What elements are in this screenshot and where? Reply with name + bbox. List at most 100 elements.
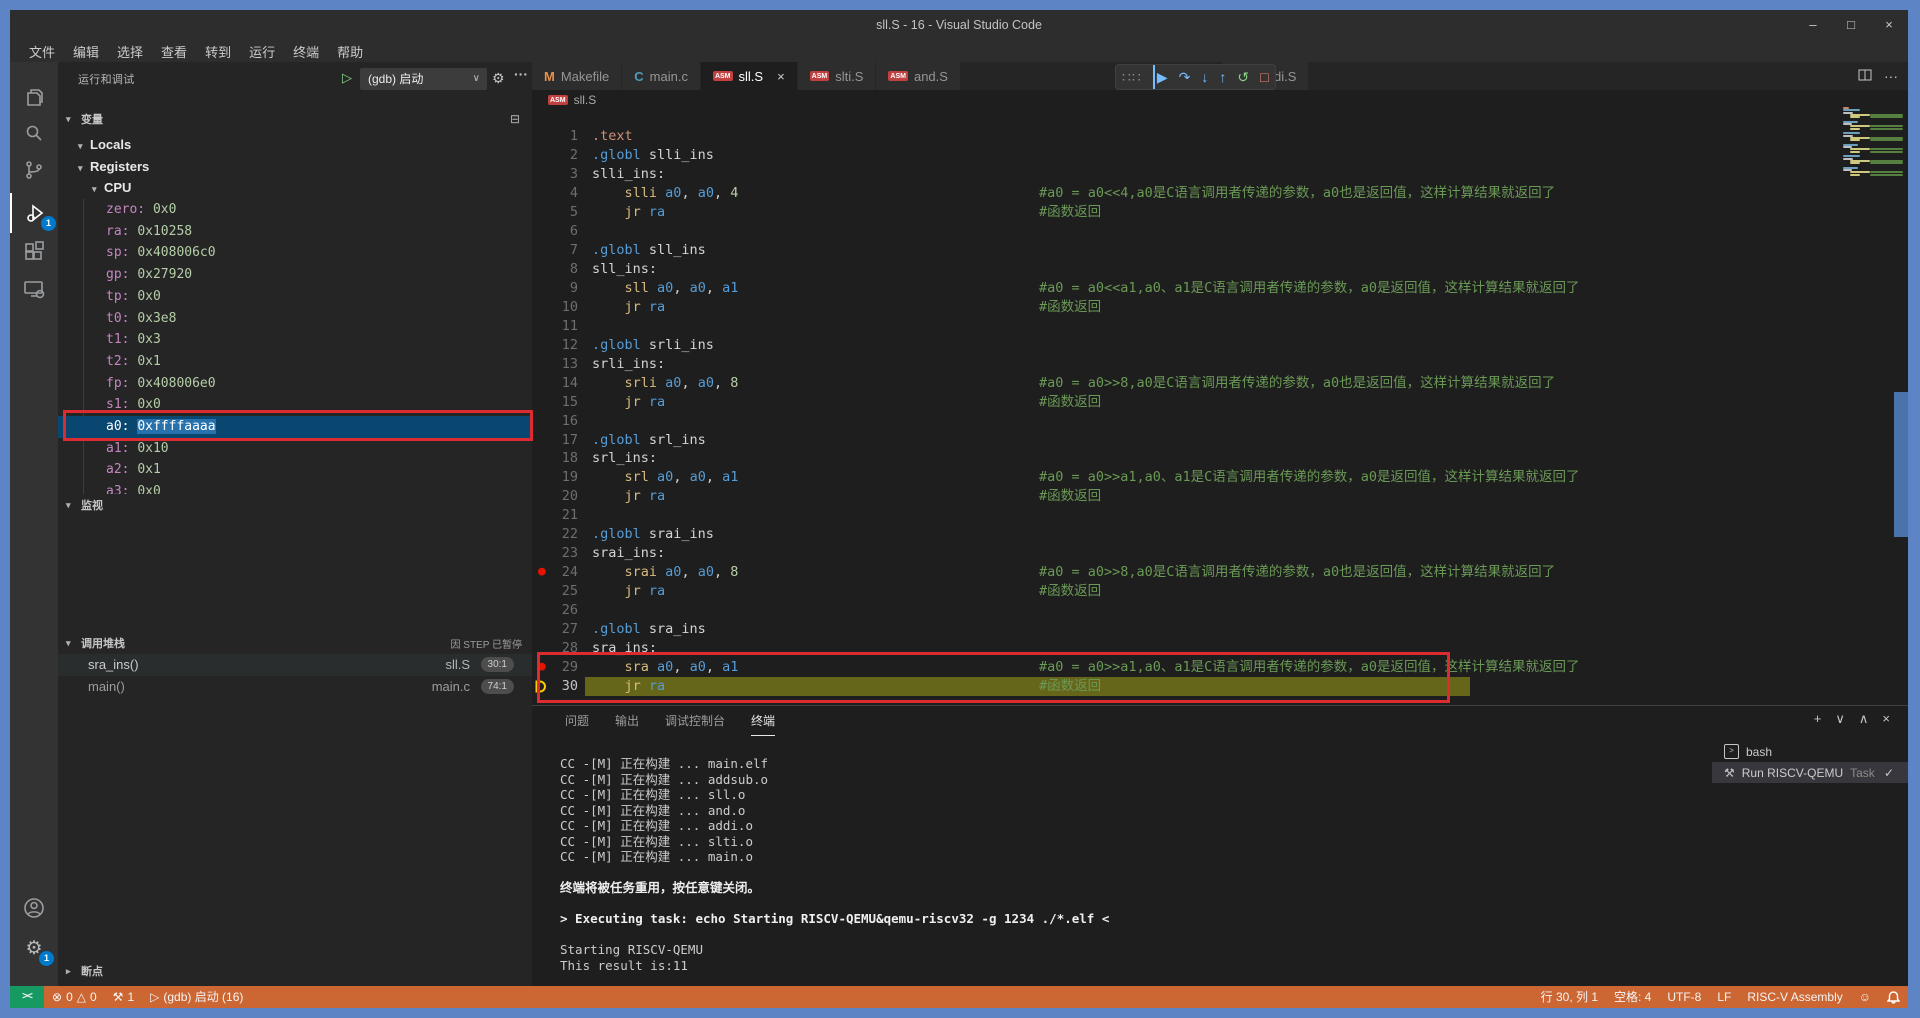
register-row-t1[interactable]: t1: 0x3	[58, 329, 532, 351]
breakpoints-section-header[interactable]: ▸ 断点	[58, 960, 532, 982]
code-line-9[interactable]: 9 sll a0, a0, a1#a0 = a0<<a1,a0、a1是C语言调用…	[532, 279, 1908, 298]
line-number[interactable]: 18	[532, 449, 578, 468]
scrollbar-thumb[interactable]	[1894, 392, 1908, 537]
code-line-11[interactable]: 11	[532, 317, 1908, 336]
line-number[interactable]: 21	[532, 506, 578, 525]
breadcrumb[interactable]: ASM sll.S	[532, 90, 1908, 110]
line-number[interactable]: 23	[532, 544, 578, 563]
code-line-19[interactable]: 19 srl a0, a0, a1#a0 = a0>>a1,a0、a1是C语言调…	[532, 468, 1908, 487]
terminal-dropdown-icon[interactable]: ∨	[1835, 711, 1845, 727]
code-line-27[interactable]: 27.globl sra_ins	[532, 620, 1908, 639]
breakpoint-icon[interactable]: ●	[538, 563, 546, 582]
code-line-17[interactable]: 17.globl srl_ins	[532, 431, 1908, 450]
line-number[interactable]: 6	[532, 222, 578, 241]
line-number[interactable]: 26	[532, 601, 578, 620]
step-into-button[interactable]: ↓	[1201, 65, 1208, 89]
line-number[interactable]: 17	[532, 431, 578, 450]
close-icon[interactable]: ×	[777, 69, 785, 84]
code-line-6[interactable]: 6	[532, 222, 1908, 241]
register-row-sp[interactable]: sp: 0x408006c0	[58, 242, 532, 264]
code-line-23[interactable]: 23srai_ins:	[532, 544, 1908, 563]
menu-item-1[interactable]: 编辑	[64, 42, 108, 61]
code-line-10[interactable]: 10 jr ra#函数返回	[532, 298, 1908, 317]
line-number[interactable]: 15	[532, 393, 578, 412]
maximize-icon[interactable]: □	[1832, 10, 1870, 40]
panel-tab-3[interactable]: 终端	[751, 707, 775, 736]
callstack-frame-0[interactable]: sra_ins()sll.S30:1	[58, 654, 532, 676]
explorer-icon[interactable]	[10, 78, 58, 118]
terminal-list-item-0[interactable]: >bash	[1712, 741, 1908, 762]
register-row-ra[interactable]: ra: 0x10258	[58, 221, 532, 243]
line-number[interactable]: 5	[532, 203, 578, 222]
menu-item-5[interactable]: 运行	[240, 42, 284, 61]
code-line-8[interactable]: 8sll_ins:	[532, 260, 1908, 279]
line-number[interactable]: 22	[532, 525, 578, 544]
restart-button[interactable]: ↺	[1237, 65, 1249, 89]
launch-config-dropdown[interactable]: (gdb) 启动 ∨	[360, 68, 487, 90]
minimize-icon[interactable]: –	[1794, 10, 1832, 40]
tab-Makefile[interactable]: MMakefile	[532, 62, 622, 90]
eol-status[interactable]: LF	[1709, 986, 1739, 1008]
line-number[interactable]: 10	[532, 298, 578, 317]
new-terminal-icon[interactable]: +	[1814, 711, 1822, 727]
code-line-12[interactable]: 12.globl srli_ins	[532, 336, 1908, 355]
account-icon[interactable]	[10, 888, 58, 928]
code-line-13[interactable]: 13srli_ins:	[532, 355, 1908, 374]
language-mode[interactable]: RISC-V Assembly	[1739, 986, 1850, 1008]
line-number[interactable]: 7	[532, 241, 578, 260]
line-number[interactable]: 14	[532, 374, 578, 393]
code-line-28[interactable]: 28sra_ins:	[532, 639, 1908, 658]
code-line-20[interactable]: 20 jr ra#函数返回	[532, 487, 1908, 506]
code-line-15[interactable]: 15 jr ra#函数返回	[532, 393, 1908, 412]
remote-indicator[interactable]: ><	[10, 986, 44, 1008]
step-out-button[interactable]: ↑	[1219, 65, 1226, 89]
code-line-22[interactable]: 22.globl srai_ins	[532, 525, 1908, 544]
feedback-icon[interactable]: ☺	[1851, 986, 1879, 1008]
tab-main.c[interactable]: Cmain.c	[622, 62, 701, 90]
step-over-button[interactable]: ↷	[1179, 65, 1191, 89]
search-icon[interactable]	[10, 113, 58, 153]
cursor-position[interactable]: 行 30, 列 1	[1533, 986, 1606, 1008]
code-line-26[interactable]: 26	[532, 601, 1908, 620]
callstack-section-header[interactable]: ▾ 调用堆栈 因 STEP 已暂停	[58, 632, 532, 654]
start-debugging-icon[interactable]: ▷	[342, 70, 352, 86]
settings-gear-icon[interactable]: ⚙ 1	[10, 928, 58, 968]
register-row-t0[interactable]: t0: 0x3e8	[58, 308, 532, 330]
code-line-14[interactable]: 14 srli a0, a0, 8#a0 = a0>>8,a0是C语言调用者传递…	[532, 374, 1908, 393]
code-line-18[interactable]: 18srl_ins:	[532, 449, 1908, 468]
line-number[interactable]: 13	[532, 355, 578, 374]
register-row-tp[interactable]: tp: 0x0	[58, 286, 532, 308]
tree-item-registers[interactable]: ▾Registers	[58, 156, 532, 178]
line-number[interactable]: 28	[532, 639, 578, 658]
code-line-21[interactable]: 21	[532, 506, 1908, 525]
menu-item-0[interactable]: 文件	[20, 42, 64, 61]
source-control-icon[interactable]	[10, 150, 58, 190]
register-row-gp[interactable]: gp: 0x27920	[58, 264, 532, 286]
menu-item-3[interactable]: 查看	[152, 42, 196, 61]
panel-tab-0[interactable]: 问题	[565, 707, 589, 735]
maximize-panel-icon[interactable]: ∧	[1859, 711, 1869, 727]
code-line-7[interactable]: 7.globl sll_ins	[532, 241, 1908, 260]
code-line-30[interactable]: 30 jr ra#函数返回	[532, 677, 1908, 696]
code-line-29[interactable]: 29● sra a0, a0, a1#a0 = a0>>a1,a0、a1是C语言…	[532, 658, 1908, 677]
register-row-zero[interactable]: zero: 0x0	[58, 199, 532, 221]
line-number[interactable]: 19	[532, 468, 578, 487]
line-number[interactable]: 3	[532, 165, 578, 184]
tab-and.S[interactable]: ASMand.S	[876, 62, 961, 90]
split-editor-icon[interactable]	[1858, 68, 1872, 85]
run-debug-icon[interactable]: 1	[10, 193, 60, 233]
line-number[interactable]: 12	[532, 336, 578, 355]
line-number[interactable]: 1	[532, 127, 578, 146]
breakpoint-icon[interactable]: ●	[538, 658, 546, 677]
register-row-a0[interactable]: a0: 0xffffaaaa	[58, 416, 532, 438]
code-line-3[interactable]: 3slli_ins:	[532, 165, 1908, 184]
code-line-24[interactable]: 24● srai a0, a0, 8#a0 = a0>>8,a0是C语言调用者传…	[532, 563, 1908, 582]
code-line-25[interactable]: 25 jr ra#函数返回	[532, 582, 1908, 601]
line-number[interactable]: 27	[532, 620, 578, 639]
extensions-icon[interactable]	[10, 232, 58, 272]
close-panel-icon[interactable]: ×	[1882, 711, 1890, 727]
register-row-s1[interactable]: s1: 0x0	[58, 394, 532, 416]
register-row-t2[interactable]: t2: 0x1	[58, 351, 532, 373]
line-number[interactable]: 11	[532, 317, 578, 336]
code-line-5[interactable]: 5 jr ra#函数返回	[532, 203, 1908, 222]
